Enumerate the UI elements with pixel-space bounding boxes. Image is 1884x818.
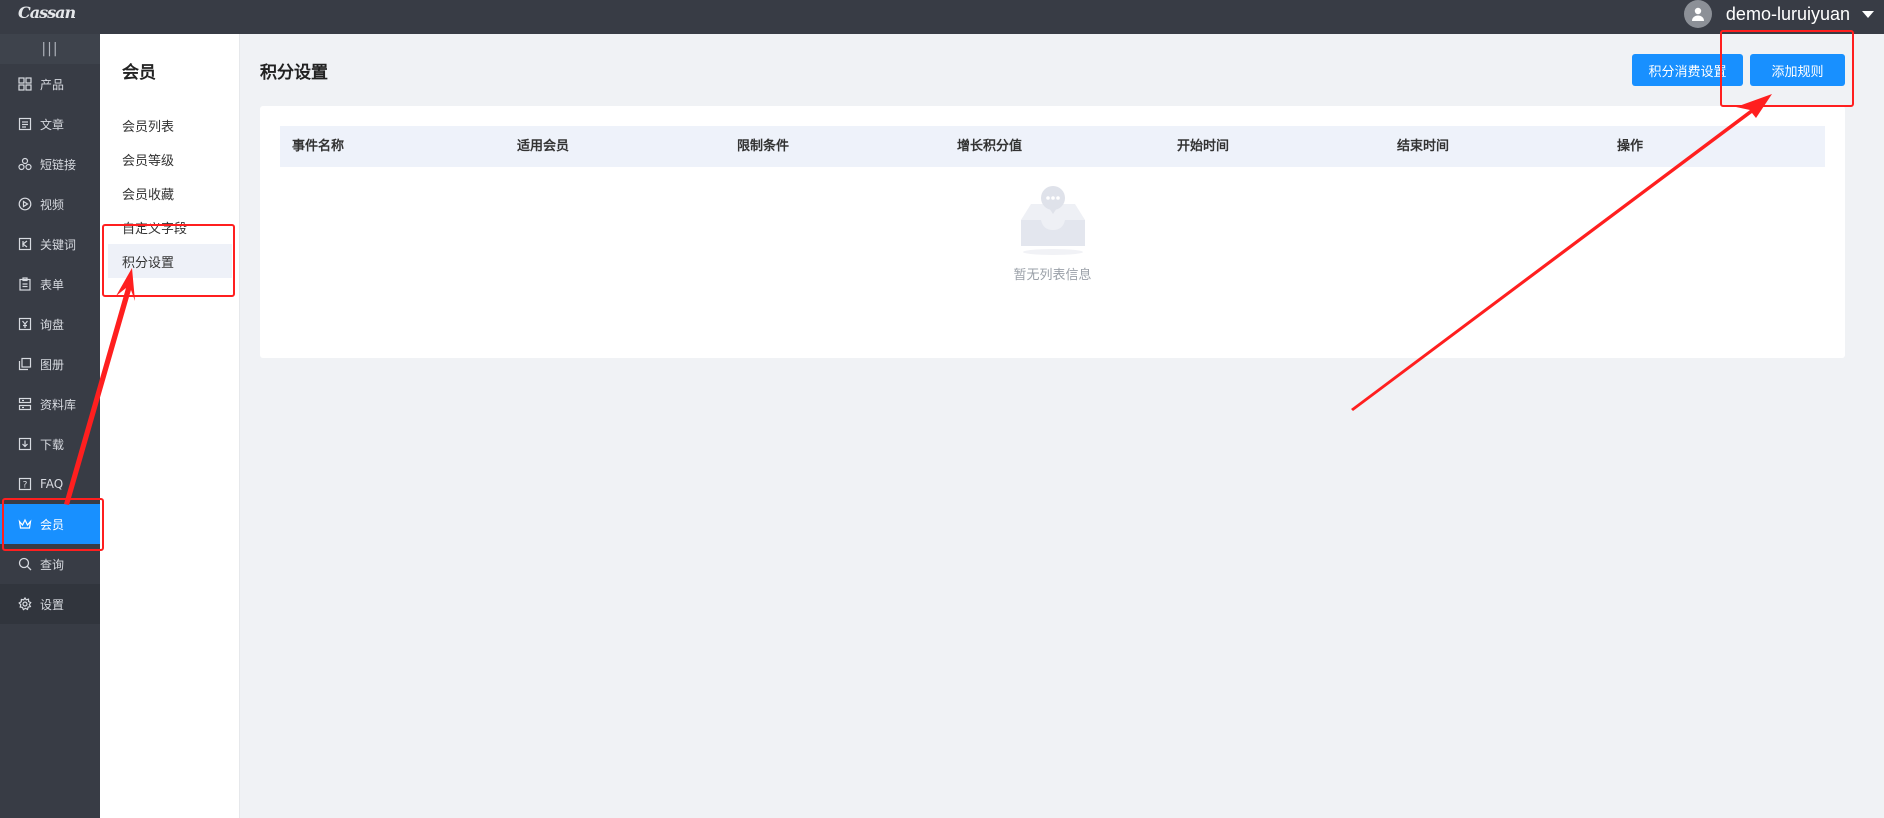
submenu-item-custom-fields[interactable]: 自定义字段 [108,210,232,244]
sidebar-item-label: 资料库 [40,397,77,412]
page-title: 积分设置 [260,63,328,83]
link-icon [18,157,32,171]
question-icon: ? [18,477,32,491]
submenu-title: 会员 [122,63,156,83]
crown-icon [18,517,32,531]
submenu-list: 会员列表 会员等级 会员收藏 自定义字段 积分设置 [108,108,232,278]
column-header-actions: 操作 [1617,139,1644,154]
search-icon [18,557,32,571]
sidebar-item-settings[interactable]: 设置 [0,584,100,624]
sidebar-item-keywords[interactable]: 关键词 [0,224,100,264]
sidebar-item-faq[interactable]: ? FAQ [0,464,100,504]
user-icon [1691,7,1704,21]
clipboard-icon [18,277,32,291]
column-header-event-name: 事件名称 [292,139,345,154]
play-icon [18,197,32,211]
keyword-icon [18,237,32,251]
svg-text:?: ? [23,481,28,491]
sidebar-item-label: 文章 [40,117,65,132]
column-header-restrictions: 限制条件 [737,139,790,154]
download-icon [18,437,32,451]
sidebar-item-label: 图册 [40,357,65,372]
secondary-menu: 会员 会员列表 会员等级 会员收藏 自定义字段 积分设置 [100,34,240,818]
logo[interactable]: Cassan [18,2,82,24]
sidebar-item-query[interactable]: 查询 [0,544,100,584]
sidebar-item-short-links[interactable]: 短链接 [0,144,100,184]
submenu-item-points-settings[interactable]: 积分设置 [108,244,232,278]
sidebar-item-downloads[interactable]: 下载 [0,424,100,464]
sidebar-collapse-toggle[interactable]: ||| [0,34,100,64]
sidebar-item-videos[interactable]: 视频 [0,184,100,224]
sidebar-item-label: 产品 [40,77,65,92]
top-bar: Cassan demo-luruiyuan [0,0,1884,34]
gallery-icon [18,357,32,371]
sidebar-item-label: 短链接 [40,157,77,172]
sidebar-item-label: 询盘 [40,317,65,332]
user-menu[interactable]: demo-luruiyuan [1683,0,1874,28]
grid-icon [18,77,32,91]
sidebar-item-label: 关键词 [40,237,77,252]
empty-state: 暂无列表信息 [260,186,1845,283]
article-icon [18,117,32,131]
sidebar-item-library[interactable]: 资料库 [0,384,100,424]
column-header-points-increase: 增长积分值 [957,139,1023,154]
sidebar-item-forms[interactable]: 表单 [0,264,100,304]
sidebar-item-label: FAQ [40,477,64,491]
sidebar-item-products[interactable]: 产品 [0,64,100,104]
empty-inbox-icon [1020,186,1085,255]
submenu-item-member-list[interactable]: 会员列表 [108,108,232,142]
inquiry-icon [18,317,32,331]
add-rule-button[interactable]: 添加规则 [1750,54,1845,86]
sidebar-item-members[interactable]: 会员 [0,504,100,544]
sidebar-item-label: 表单 [40,277,65,292]
sidebar-item-inquiries[interactable]: 询盘 [0,304,100,344]
column-header-applicable-members: 适用会员 [517,139,570,154]
column-header-start-time: 开始时间 [1177,139,1230,154]
sidebar-item-label: 视频 [40,197,65,212]
username[interactable]: demo-luruiyuan [1726,4,1850,25]
avatar[interactable] [1683,0,1712,28]
submenu-item-member-favorites[interactable]: 会员收藏 [108,176,232,210]
caret-down-icon[interactable] [1862,10,1874,18]
table-header: 事件名称 适用会员 限制条件 增长积分值 开始时间 结束时间 操作 [280,126,1825,167]
empty-state-text: 暂无列表信息 [1013,268,1092,283]
submenu-item-member-levels[interactable]: 会员等级 [108,142,232,176]
database-icon [18,397,32,411]
sidebar-item-gallery[interactable]: 图册 [0,344,100,384]
rules-table-card: 事件名称 适用会员 限制条件 增长积分值 开始时间 结束时间 操作 暂无列表信息 [260,106,1845,358]
sidebar-item-label: 查询 [40,557,65,572]
gear-icon [18,597,32,611]
sidebar-item-label: 会员 [40,517,65,532]
points-consumption-settings-button[interactable]: 积分消费设置 [1632,54,1743,86]
sidebar-item-label: 下载 [40,437,65,452]
main-sidebar: ||| 产品 文章 短链接 视频 关键词 表单 询盘 图册 资料库 下载 ? F… [0,34,100,818]
column-header-end-time: 结束时间 [1397,139,1450,154]
sidebar-item-label: 设置 [40,597,65,612]
sidebar-item-articles[interactable]: 文章 [0,104,100,144]
